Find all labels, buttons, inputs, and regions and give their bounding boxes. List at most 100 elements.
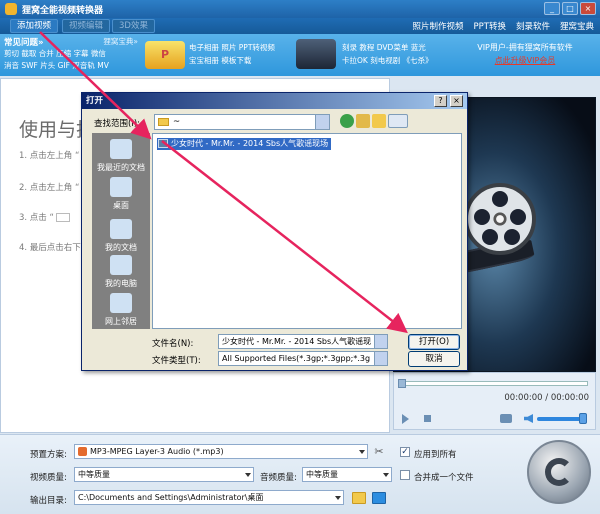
recent-docs-icon bbox=[110, 139, 132, 159]
ad-line[interactable]: 电子相册 照片 PPT转视频 bbox=[189, 41, 289, 54]
lookin-select[interactable]: ~ bbox=[154, 114, 330, 130]
chevron-down-icon bbox=[374, 335, 387, 348]
places-bar: 我最近的文档 桌面 我的文档 我的电脑 网上邻居 bbox=[92, 133, 150, 329]
app-logo-icon bbox=[5, 3, 17, 15]
file-list[interactable]: 少女时代 - Mr.Mr. - 2014 Sbs人气歌谣现场 bbox=[152, 133, 462, 329]
cancel-button[interactable]: 取消 bbox=[408, 351, 460, 367]
chevron-down-icon bbox=[315, 115, 329, 129]
guide-step: 3. 点击 “ bbox=[19, 211, 70, 223]
time-display: 00:00:00 / 00:00:00 bbox=[504, 393, 589, 403]
output-settings: 预置方案: MP3-MPEG Layer-3 Audio (*.mp3) ✂ ✓… bbox=[0, 434, 600, 514]
promo-banner: 常见问题» 狸窝宝典» 剪切 截取 合并 压缩 字幕 微信 消音 SWF 片头 … bbox=[0, 34, 600, 76]
up-folder-icon[interactable] bbox=[356, 114, 370, 128]
minimize-button[interactable]: _ bbox=[544, 2, 560, 15]
open-folder-icon[interactable] bbox=[372, 492, 386, 504]
browse-folder-icon[interactable] bbox=[352, 492, 366, 504]
guide-box-icon bbox=[55, 213, 70, 222]
photo-video-link[interactable]: 照片制作视频 bbox=[413, 20, 464, 32]
volume-slider[interactable] bbox=[537, 417, 585, 421]
volume-icon[interactable] bbox=[524, 414, 533, 423]
toolbar: 添加视频 视频编辑 3D效果 照片制作视频 PPT转换 刻录软件 狸窝宝典 bbox=[0, 18, 600, 34]
edit-video-button[interactable]: 视频编辑 bbox=[62, 19, 111, 33]
window-controls: _ □ × bbox=[544, 2, 596, 15]
merge-label: 合并成一个文件 bbox=[414, 473, 474, 483]
guide-step: 1. 点击左上角 “ bbox=[19, 151, 80, 161]
photo-album-ad-icon[interactable]: P bbox=[145, 41, 185, 69]
faq-line[interactable]: 消音 SWF 片头 GIF 双音轨 MV bbox=[4, 60, 140, 72]
vip-upgrade-link[interactable]: 点此升级VIP会员 bbox=[452, 54, 598, 67]
player-controls: 00:00:00 / 00:00:00 bbox=[393, 372, 596, 430]
convert-icon bbox=[545, 458, 573, 486]
close-button[interactable]: × bbox=[580, 2, 596, 15]
player-buttons bbox=[400, 413, 590, 425]
settings-wrench-icon[interactable]: ✂ bbox=[372, 445, 386, 459]
dvd-burn-ad-icon[interactable] bbox=[296, 39, 336, 69]
dvd-burn-ad-text: 刻录 教程 DVD菜单 蓝光 卡拉OK 刻电视剧 《七杀》 bbox=[342, 41, 442, 67]
my-computer-icon bbox=[110, 255, 132, 275]
ppt-convert-link[interactable]: PPT转换 bbox=[474, 20, 506, 32]
video-quality-label: 视频质量: bbox=[30, 473, 67, 483]
preset-select[interactable]: MP3-MPEG Layer-3 Audio (*.mp3) bbox=[74, 444, 368, 459]
video-quality-select[interactable]: 中等质量 bbox=[74, 467, 254, 482]
film-reel-image bbox=[464, 183, 536, 255]
faq-line[interactable]: 剪切 截取 合并 压缩 字幕 微信 bbox=[4, 48, 140, 60]
vip-promo: VIP用户-拥有狸窝所有软件 点此升级VIP会员 bbox=[452, 41, 598, 67]
app-title: 狸窝全能视频转换器 bbox=[22, 6, 104, 16]
filename-label: 文件名(N): bbox=[152, 339, 194, 349]
vip-text[interactable]: VIP用户-拥有狸窝所有软件 bbox=[477, 43, 573, 52]
title-bar: 狸窝全能视频转换器 _ □ × bbox=[0, 0, 600, 18]
faq-more-link[interactable]: 狸窝宝典» bbox=[103, 36, 138, 47]
view-menu-icon[interactable] bbox=[388, 114, 408, 128]
place-desktop[interactable]: 桌面 bbox=[92, 173, 150, 219]
liwo-guide-link[interactable]: 狸窝宝典 bbox=[560, 20, 594, 32]
snapshot-camera-icon[interactable] bbox=[500, 414, 512, 423]
ad-line[interactable]: 卡拉OK 刻电视剧 《七杀》 bbox=[342, 54, 442, 67]
dialog-title: 打开 bbox=[82, 93, 467, 109]
lookin-label: 查找范围(I): bbox=[94, 119, 141, 129]
audio-quality-select[interactable]: 中等质量 bbox=[302, 467, 392, 482]
stop-icon[interactable] bbox=[424, 415, 431, 422]
output-dir-input[interactable]: C:\Documents and Settings\Administrator\… bbox=[74, 490, 344, 505]
chevron-down-icon bbox=[335, 496, 341, 500]
chevron-down-icon bbox=[374, 352, 387, 365]
filetype-label: 文件类型(T): bbox=[152, 356, 201, 366]
apply-all-label: 应用到所有 bbox=[414, 450, 457, 460]
maximize-button[interactable]: □ bbox=[562, 2, 578, 15]
file-item-selected[interactable]: 少女时代 - Mr.Mr. - 2014 Sbs人气歌谣现场 bbox=[157, 138, 332, 150]
photo-album-ad-text: 电子相册 照片 PPT转视频 宝宝相册 模板下载 bbox=[189, 41, 289, 67]
my-documents-icon bbox=[110, 219, 132, 239]
ad-line[interactable]: 刻录 教程 DVD菜单 蓝光 bbox=[342, 41, 442, 54]
merge-checkbox[interactable] bbox=[400, 470, 410, 480]
toolbar-links: 照片制作视频 PPT转换 刻录软件 狸窝宝典 bbox=[413, 20, 595, 32]
filename-input[interactable]: 少女时代 - Mr.Mr. - 2014 Sbs人气歌谣现 bbox=[218, 334, 388, 349]
new-folder-icon[interactable] bbox=[372, 114, 386, 128]
convert-button[interactable] bbox=[527, 440, 591, 504]
filetype-select[interactable]: All Supported Files(*.3gp;*.3gpp;*.3g bbox=[218, 351, 388, 366]
back-icon[interactable] bbox=[340, 114, 354, 128]
place-network[interactable]: 网上邻居 bbox=[92, 289, 150, 335]
faq-header: 常见问题» 狸窝宝典» bbox=[4, 36, 138, 48]
seek-thumb[interactable] bbox=[398, 379, 406, 388]
add-video-button[interactable]: 添加视频 bbox=[10, 19, 59, 33]
open-button[interactable]: 打开(O) bbox=[408, 334, 460, 350]
dialog-close-button[interactable]: × bbox=[450, 95, 463, 107]
seek-bar[interactable] bbox=[400, 381, 588, 386]
apply-all-checkbox[interactable]: ✓ bbox=[400, 447, 410, 457]
volume-thumb[interactable] bbox=[579, 413, 587, 424]
ad-line[interactable]: 宝宝相册 模板下载 bbox=[189, 54, 289, 67]
chevron-down-icon bbox=[245, 473, 251, 477]
output-dir-label: 输出目录: bbox=[30, 496, 67, 506]
network-icon bbox=[110, 293, 132, 313]
mp3-icon bbox=[78, 447, 87, 456]
dialog-help-button[interactable]: ? bbox=[434, 95, 447, 107]
chevron-down-icon bbox=[359, 450, 365, 454]
guide-step: 2. 点击左上角 “ bbox=[19, 183, 80, 193]
preset-label: 预置方案: bbox=[30, 450, 67, 460]
burn-software-link[interactable]: 刻录软件 bbox=[516, 20, 550, 32]
faq-title[interactable]: 常见问题» bbox=[4, 38, 44, 48]
open-file-dialog: 打开 ? × 查找范围(I): ~ 我最近的文档 桌面 我的文档 我的电脑 网上… bbox=[81, 92, 468, 371]
3d-effects-button[interactable]: 3D效果 bbox=[112, 19, 155, 33]
guide-step: 4. 最后点击右下 bbox=[19, 243, 81, 253]
play-icon[interactable] bbox=[402, 414, 409, 424]
desktop-icon bbox=[110, 177, 132, 197]
